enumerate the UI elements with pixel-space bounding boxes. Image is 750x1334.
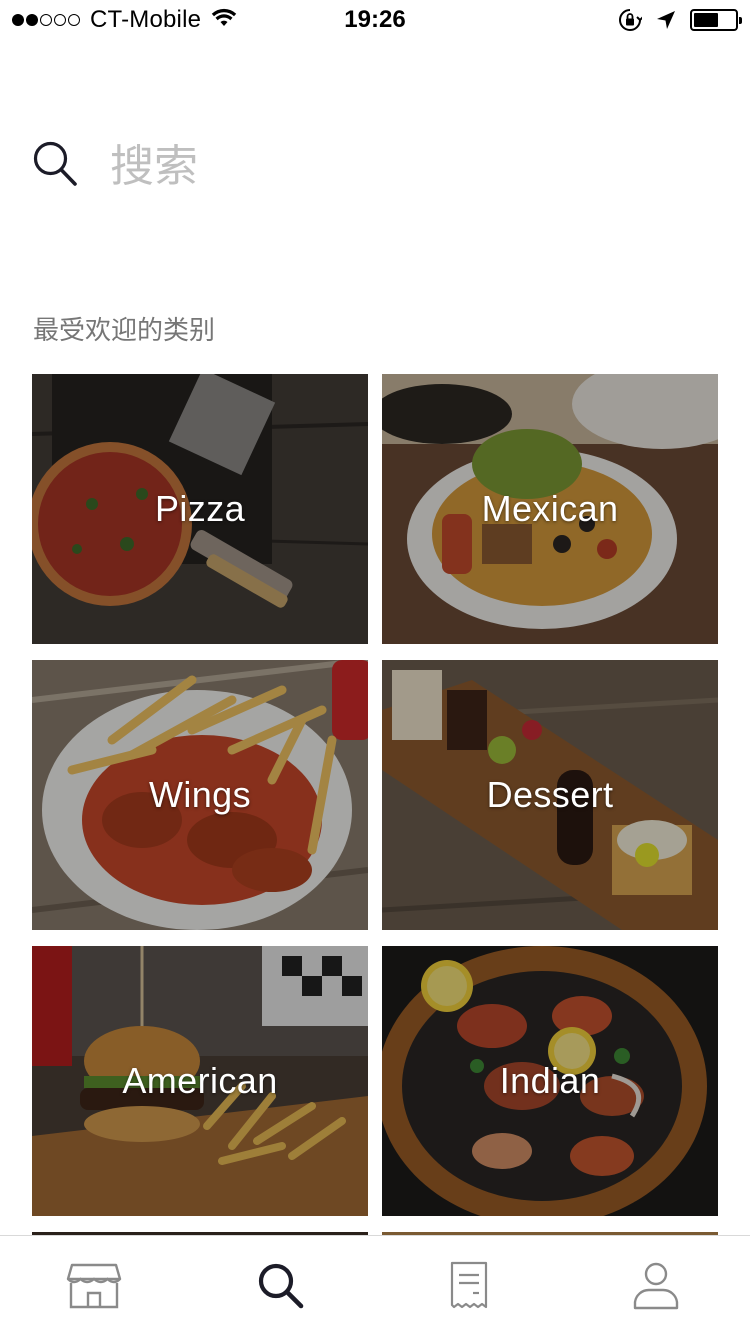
- search-icon[interactable]: [32, 140, 78, 193]
- category-label: Indian: [499, 1060, 601, 1101]
- category-tile-pizza[interactable]: Pizza: [32, 374, 368, 644]
- category-tile-mexican[interactable]: Mexican: [382, 374, 718, 644]
- tab-bar: [0, 1235, 750, 1334]
- category-tile-dessert[interactable]: Dessert: [382, 660, 718, 930]
- category-label: Dessert: [486, 774, 614, 815]
- category-tile-american[interactable]: American: [32, 946, 368, 1216]
- battery-icon: [690, 9, 742, 31]
- status-bar: CT-Mobile 19:26: [0, 0, 750, 40]
- receipt-icon: [450, 1261, 487, 1308]
- location-arrow-icon: [656, 10, 676, 30]
- category-tile-wings[interactable]: Wings: [32, 660, 368, 930]
- search-input[interactable]: [110, 140, 670, 192]
- orientation-lock-icon: [618, 8, 642, 32]
- person-icon: [634, 1262, 679, 1309]
- category-tile-indian[interactable]: Indian: [382, 946, 718, 1216]
- tab-orders[interactable]: [375, 1236, 563, 1334]
- tab-account[interactable]: [563, 1236, 750, 1334]
- category-label: Mexican: [481, 488, 619, 529]
- storefront-icon: [66, 1263, 121, 1308]
- search-icon: [259, 1263, 304, 1308]
- search-bar[interactable]: [32, 140, 670, 192]
- category-label: American: [122, 1060, 278, 1101]
- tab-search[interactable]: [188, 1236, 376, 1334]
- tab-home[interactable]: [0, 1236, 188, 1334]
- status-right: [604, 6, 742, 34]
- category-label: Pizza: [154, 488, 246, 529]
- popular-categories-title: 最受欢迎的类别: [33, 316, 216, 346]
- category-label: Wings: [148, 774, 252, 815]
